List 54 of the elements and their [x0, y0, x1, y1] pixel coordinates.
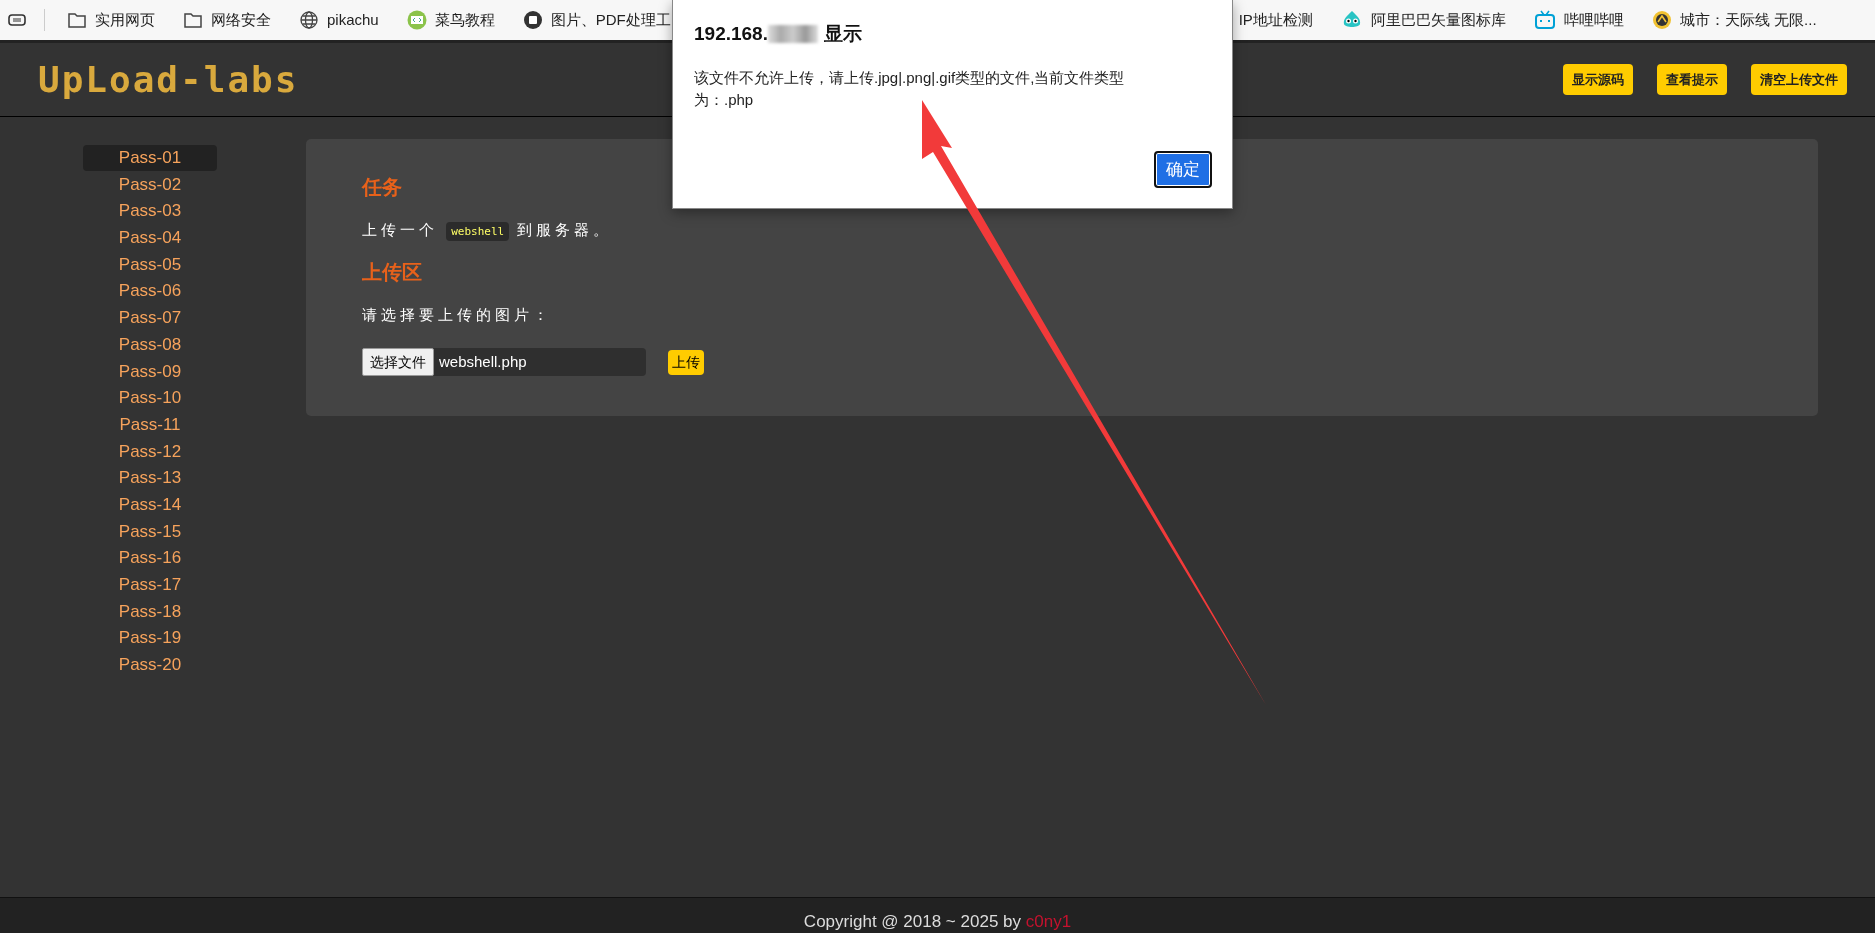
sidebar-item[interactable]: Pass-13	[83, 465, 217, 492]
sidebar-item[interactable]: Pass-12	[83, 438, 217, 465]
tv-icon	[1533, 10, 1556, 30]
dialog-title: 显示	[823, 22, 862, 46]
bookmark[interactable]: pikachu	[327, 8, 379, 32]
circle-icon	[522, 10, 543, 30]
file-name: webshell.php	[438, 351, 527, 372]
sidebar-item[interactable]: Pass-20	[83, 652, 217, 679]
folder-icon	[67, 11, 87, 29]
logo[interactable]: UpLoad-labs	[38, 52, 299, 107]
sidebar-item[interactable]: Pass-18	[83, 598, 217, 625]
choose-file-button[interactable]: 选择文件	[362, 348, 434, 376]
upload-button[interactable]: 上传	[668, 349, 704, 375]
sidebar-item[interactable]: Pass-07	[83, 305, 217, 332]
file-input[interactable]: 选择文件 webshell.php	[362, 348, 646, 376]
sidebar-item[interactable]: Pass-11	[83, 411, 217, 438]
upload-prompt: 请选择要上传的图片：	[362, 304, 553, 325]
code-icon	[406, 10, 427, 30]
header-button[interactable]: 清空上传文件	[1751, 63, 1847, 96]
sidebar-item[interactable]: Pass-05	[83, 251, 217, 278]
header-button[interactable]: 显示源码	[1563, 63, 1633, 96]
bookmark[interactable]: 哔哩哔哩	[1563, 8, 1624, 32]
section-heading: 任务	[362, 175, 403, 199]
globe-icon	[299, 10, 319, 30]
sidebar-item[interactable]: Pass-14	[83, 491, 217, 518]
copyright-text: Copyright @ 2018 ~ 2025 by	[803, 912, 1021, 931]
dialog-title: 192.168.	[694, 22, 768, 46]
sidebar-item[interactable]: Pass-02	[83, 171, 217, 198]
ok-button[interactable]: 确定	[1154, 150, 1212, 188]
sidebar-item[interactable]: Pass-09	[83, 358, 217, 385]
header-button[interactable]: 查看提示	[1657, 63, 1727, 96]
task-text: 上传一个 webshell 到服务器。	[362, 219, 1762, 242]
sidebar-item[interactable]: Pass-17	[83, 572, 217, 598]
sidebar-item[interactable]: Pass-10	[83, 385, 217, 412]
bookmark[interactable]: IP地址检测	[1238, 8, 1313, 32]
sidebar-item[interactable]: Pass-01	[83, 145, 217, 171]
sidebar-item[interactable]: Pass-19	[83, 625, 217, 652]
sidebar-item[interactable]: Pass-04	[83, 225, 217, 252]
badge-icon	[1651, 10, 1672, 30]
dialog-message: 该文件不允许上传，请上传.jpg|.png|.gif类型的文件,当前文件类型为：.php	[694, 67, 1126, 110]
bookmark[interactable]: 阿里巴巴矢量图标库	[1370, 8, 1506, 32]
sidebar-item[interactable]: Pass-08	[83, 331, 217, 358]
sidebar-item[interactable]: Pass-06	[83, 278, 217, 305]
sidebar-item[interactable]: Pass-03	[83, 198, 217, 225]
bookmark[interactable]: 城市：天际线 无限...	[1679, 8, 1817, 32]
bookmark[interactable]: 实用网页	[95, 8, 155, 32]
folder-icon	[183, 11, 203, 29]
bookmark[interactable]: 图片、PDF处理工	[550, 8, 671, 32]
bookmark[interactable]: 菜鸟教程	[434, 8, 495, 32]
sidebar-item[interactable]: Pass-16	[83, 545, 217, 572]
sidebar-item[interactable]: Pass-15	[83, 518, 217, 545]
section-heading: 上传区	[362, 259, 423, 284]
tabs-icon[interactable]	[8, 12, 28, 28]
bookmark[interactable]: 网络安全	[211, 8, 271, 32]
